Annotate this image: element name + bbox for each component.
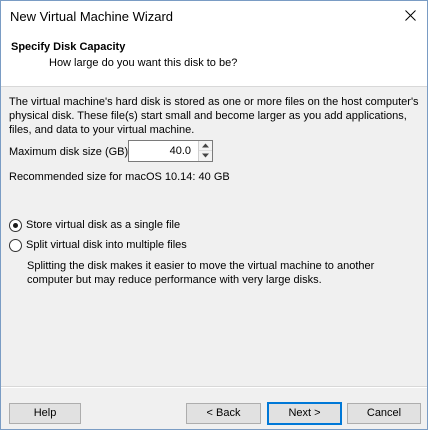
next-button[interactable]: Next >: [267, 402, 342, 425]
radio-selected-dot: [13, 223, 18, 228]
close-button[interactable]: [395, 1, 427, 32]
footer-divider-highlight: [1, 387, 427, 388]
max-disk-size-input[interactable]: [129, 141, 195, 161]
stepper-buttons: [198, 141, 212, 161]
split-description: Splitting the disk makes it easier to mo…: [27, 260, 375, 286]
stepper-down-button[interactable]: [199, 151, 212, 161]
back-button[interactable]: < Back: [186, 403, 261, 424]
single-file-label[interactable]: Store virtual disk as a single file: [26, 219, 180, 231]
wizard-header: Specify Disk Capacity How large do you w…: [1, 32, 427, 87]
chevron-up-icon: [202, 143, 209, 148]
max-disk-size-label: Maximum disk size (GB):: [9, 146, 132, 158]
recommended-size-text: Recommended size for macOS 10.14: 40 GB: [9, 171, 230, 183]
split-files-label[interactable]: Split virtual disk into multiple files: [26, 239, 187, 251]
stepper-up-button[interactable]: [199, 141, 212, 151]
wizard-content: The virtual machine's hard disk is store…: [1, 87, 427, 387]
chevron-down-icon: [202, 153, 209, 158]
close-icon: [405, 10, 416, 21]
single-file-radio[interactable]: [9, 219, 22, 232]
max-disk-size-stepper[interactable]: [128, 140, 213, 162]
title-bar: New Virtual Machine Wizard: [1, 1, 427, 32]
split-files-radio[interactable]: [9, 239, 22, 252]
wizard-window: New Virtual Machine Wizard Specify Disk …: [0, 0, 428, 430]
page-title: Specify Disk Capacity: [11, 41, 126, 53]
disk-description: The virtual machine's hard disk is store…: [9, 96, 419, 136]
page-subtitle: How large do you want this disk to be?: [49, 57, 238, 69]
help-button[interactable]: Help: [9, 403, 81, 424]
window-title: New Virtual Machine Wizard: [10, 9, 174, 24]
cancel-button[interactable]: Cancel: [347, 403, 421, 424]
